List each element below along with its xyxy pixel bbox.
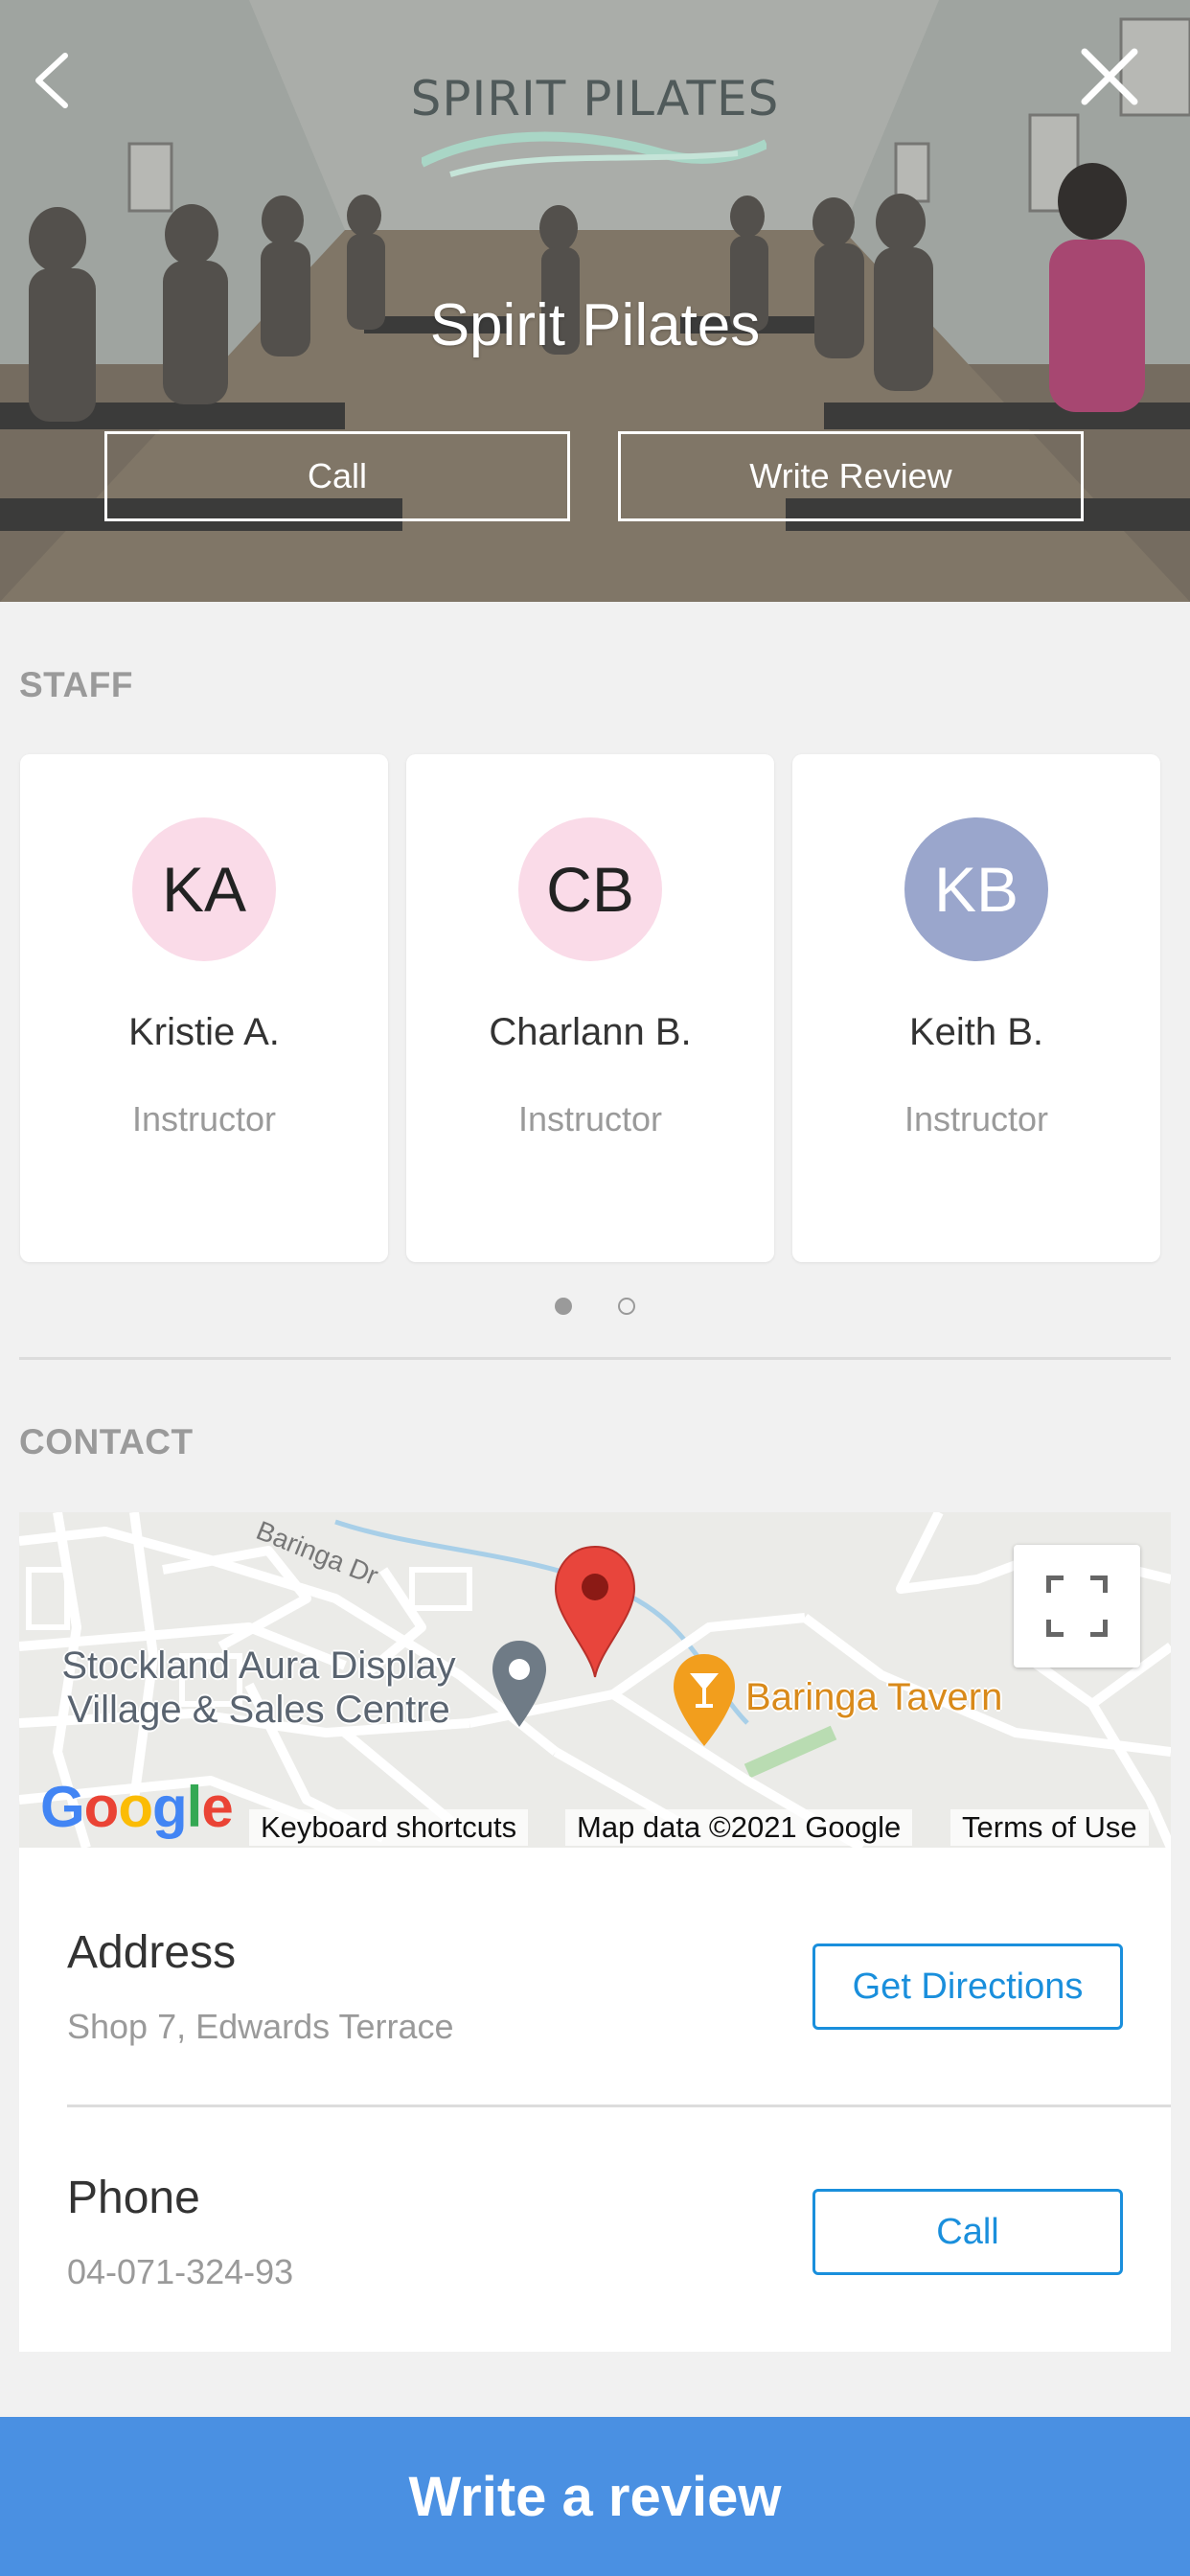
map-place-pin-icon[interactable] xyxy=(489,1639,550,1731)
phone-value: 04-071-324-93 xyxy=(67,2252,294,2291)
map-place-line: Village & Sales Centre xyxy=(67,1689,450,1731)
staff-role: Instructor xyxy=(517,1099,663,1138)
location-pin-icon[interactable] xyxy=(552,1545,638,1679)
hero-write-review-button[interactable]: Write Review xyxy=(618,431,1084,521)
staff-heading: STAFF xyxy=(19,665,133,704)
location-map[interactable]: Baringa Dr Stockland Aura Display Villag… xyxy=(19,1512,1171,1848)
staff-name: Keith B. xyxy=(908,1011,1044,1053)
close-icon xyxy=(1081,48,1138,105)
hero-call-button[interactable]: Call xyxy=(104,431,570,521)
write-review-bar[interactable]: Write a review xyxy=(0,2417,1190,2576)
staff-card-keith[interactable]: KB Keith B. Instructor xyxy=(792,754,1160,1262)
address-value: Shop 7, Edwards Terrace xyxy=(67,2007,454,2046)
staff-name: Kristie A. xyxy=(128,1011,280,1053)
keyboard-shortcuts-link[interactable]: Keyboard shortcuts xyxy=(249,1809,529,1846)
avatar: KB xyxy=(904,817,1048,961)
carousel-pagination xyxy=(0,1298,1190,1315)
map-place-stockland[interactable]: Stockland Aura Display Village & Sales C… xyxy=(19,1644,498,1732)
phone-call-button[interactable]: Call xyxy=(812,2189,1123,2275)
contact-divider xyxy=(67,2104,1171,2107)
page-dot-active[interactable] xyxy=(555,1298,572,1315)
chevron-left-icon xyxy=(35,53,68,108)
avatar: KA xyxy=(132,817,276,961)
staff-role: Instructor xyxy=(131,1099,277,1138)
staff-card-kristie[interactable]: KA Kristie A. Instructor xyxy=(20,754,388,1262)
address-label: Address xyxy=(67,1927,237,1978)
map-fullscreen-button[interactable] xyxy=(1014,1545,1140,1668)
staff-card-charlann[interactable]: CB Charlann B. Instructor xyxy=(406,754,774,1262)
page-dot[interactable] xyxy=(618,1298,635,1315)
brand-swoosh xyxy=(422,131,767,177)
staff-role: Instructor xyxy=(904,1099,1049,1138)
section-divider xyxy=(19,1357,1171,1360)
phone-label: Phone xyxy=(67,2173,200,2223)
google-logo[interactable]: Google xyxy=(40,1774,234,1840)
studio-title: Spirit Pilates xyxy=(429,292,761,358)
bar-pin-icon[interactable] xyxy=(671,1652,738,1748)
back-button[interactable] xyxy=(27,50,77,111)
brand-text: SPIRIT PILATES xyxy=(410,71,780,126)
fullscreen-icon xyxy=(1046,1576,1108,1637)
contact-heading: CONTACT xyxy=(19,1422,194,1461)
staff-name: Charlann B. xyxy=(489,1011,692,1053)
close-button[interactable] xyxy=(1079,46,1140,107)
map-place-tavern[interactable]: Baringa Tavern xyxy=(745,1675,1002,1719)
terms-of-use-link[interactable]: Terms of Use xyxy=(950,1809,1149,1846)
map-data-attribution: Map data ©2021 Google xyxy=(565,1809,913,1846)
hero-banner: SPIRIT PILATES Spirit Pilates Call Write… xyxy=(0,0,1190,602)
get-directions-button[interactable]: Get Directions xyxy=(812,1944,1123,2030)
contact-details: Address Shop 7, Edwards Terrace Get Dire… xyxy=(19,1848,1171,2352)
map-place-line: Stockland Aura Display xyxy=(61,1644,456,1687)
avatar: CB xyxy=(518,817,662,961)
brand-logo: SPIRIT PILATES xyxy=(0,71,1190,177)
